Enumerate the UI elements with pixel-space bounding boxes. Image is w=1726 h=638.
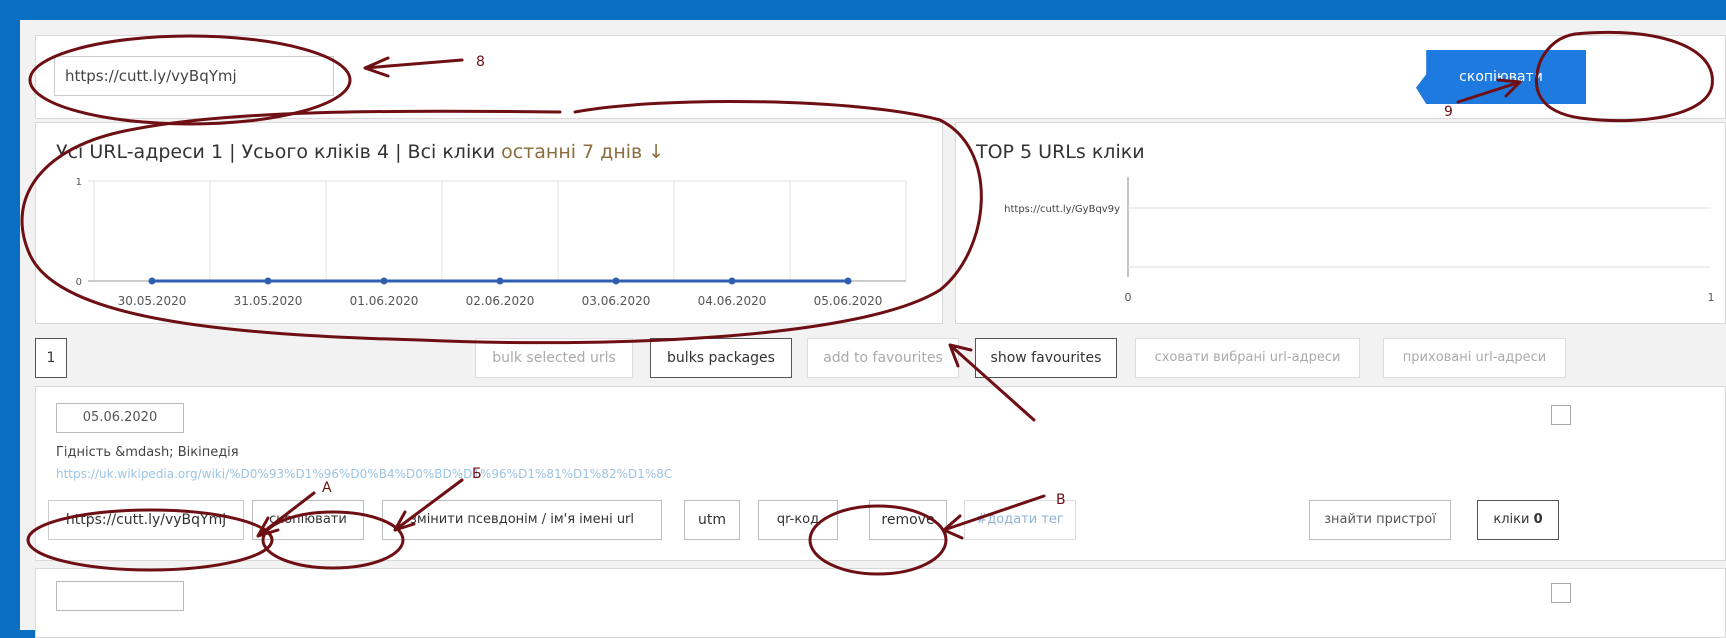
find-devices-button[interactable]: знайти пристрої [1309,500,1451,540]
category-label: https://cutt.ly/GyBqv9y [1004,204,1120,215]
stats-all-clicks-label: Всі кліки [407,141,496,163]
stats-separator: | [229,141,236,163]
data-point [844,277,852,285]
period-dropdown[interactable]: останні 7 днів ↓ [501,141,664,163]
y-tick-label: 1 [76,177,82,188]
x-tick-label: 30.05.2020 [118,294,187,308]
top5-title: TOP 5 URLs кліки [976,141,1145,163]
item-copy-button[interactable]: скопіювати [252,500,364,540]
remove-button[interactable]: remove [869,500,947,540]
top5-bar-chart: 0 1 https://cutt.ly/GyBqv9y [1004,177,1715,304]
item-short-url[interactable]: https://cutt.ly/vyBqYmj [48,500,244,540]
change-alias-button[interactable]: змінити псевдонім / ім'я імені url [382,500,662,540]
add-favourites-button[interactable]: add to favourites [807,338,959,378]
x-tick-label: 1 [1708,291,1715,304]
link-select-checkbox[interactable] [1551,405,1571,425]
show-favourites-button[interactable]: show favourites [975,338,1117,378]
stats-total-urls: 1 [210,141,224,163]
clicks-label: кліки [1493,512,1530,527]
data-point [612,277,620,285]
page: https://cutt.ly/vyBqYmj скопіювати Усі U… [20,20,1726,638]
short-url-bar: https://cutt.ly/vyBqYmj скопіювати [35,35,1726,119]
add-tag-button[interactable]: #додати тег [964,500,1076,540]
copy-button[interactable]: скопіювати [1416,50,1586,104]
data-point [148,277,156,285]
hidden-urls-button[interactable]: приховані url-адреси [1383,338,1566,378]
clicks-line-chart: 0 1 30.05.2020 31.05.2020 01.06.2020 02.06.20… [76,177,907,308]
next-date-badge [56,581,184,611]
data-point [496,277,504,285]
y-tick-label: 0 [76,277,82,288]
hide-selected-button[interactable]: сховати вибрані url-адреси [1135,338,1360,378]
data-point [728,277,736,285]
x-tick-label: 03.06.2020 [582,294,651,308]
link-date-badge: 05.06.2020 [56,403,184,433]
utm-button[interactable]: utm [684,500,740,540]
stats-total-clicks: 4 [376,141,390,163]
top5-panel: TOP 5 URLs кліки 0 1 https://cutt.ly/GyBqv… [955,122,1726,324]
stats-title: Усі URL-адреси 1 | Усього кліків 4 | Всі… [56,141,664,163]
x-tick-label: 31.05.2020 [234,294,303,308]
clicks-button[interactable]: кліки 0 [1477,500,1559,540]
stats-panel: Усі URL-адреси 1 | Усього кліків 4 | Всі… [35,122,943,324]
qr-code-button[interactable]: qr-код [758,500,838,540]
clicks-count: 0 [1533,512,1543,527]
short-url-field[interactable]: https://cutt.ly/vyBqYmj [54,56,334,96]
data-point [264,277,272,285]
toolbar: 1 bulk selected urls bulks packages add … [20,330,1726,380]
next-select-checkbox[interactable] [1551,583,1571,603]
stats-title-urls-label: Усі URL-адреси [56,141,205,163]
x-tick-label: 05.06.2020 [814,294,883,308]
copy-button-label: скопіювати [1459,69,1543,85]
link-item: 05.06.2020 Гідність &mdash; Вікіпедія ht… [35,386,1726,561]
link-title: Гідність &mdash; Вікіпедія [56,445,239,460]
x-tick-label: 0 [1125,291,1132,304]
data-point [380,277,388,285]
stats-separator: | [395,141,402,163]
long-url[interactable]: https://uk.wikipedia.org/wiki/%D0%93%D1%… [56,467,816,481]
next-link-item [35,568,1726,638]
bulks-packages-button[interactable]: bulks packages [650,338,792,378]
short-url-value: https://cutt.ly/vyBqYmj [65,67,237,85]
stats-clicks-label: Усього кліків [241,141,371,163]
x-tick-label: 04.06.2020 [698,294,767,308]
page-number-box[interactable]: 1 [35,338,67,378]
bulk-selected-button[interactable]: bulk selected urls [475,338,633,378]
x-tick-label: 01.06.2020 [350,294,419,308]
x-tick-label: 02.06.2020 [466,294,535,308]
